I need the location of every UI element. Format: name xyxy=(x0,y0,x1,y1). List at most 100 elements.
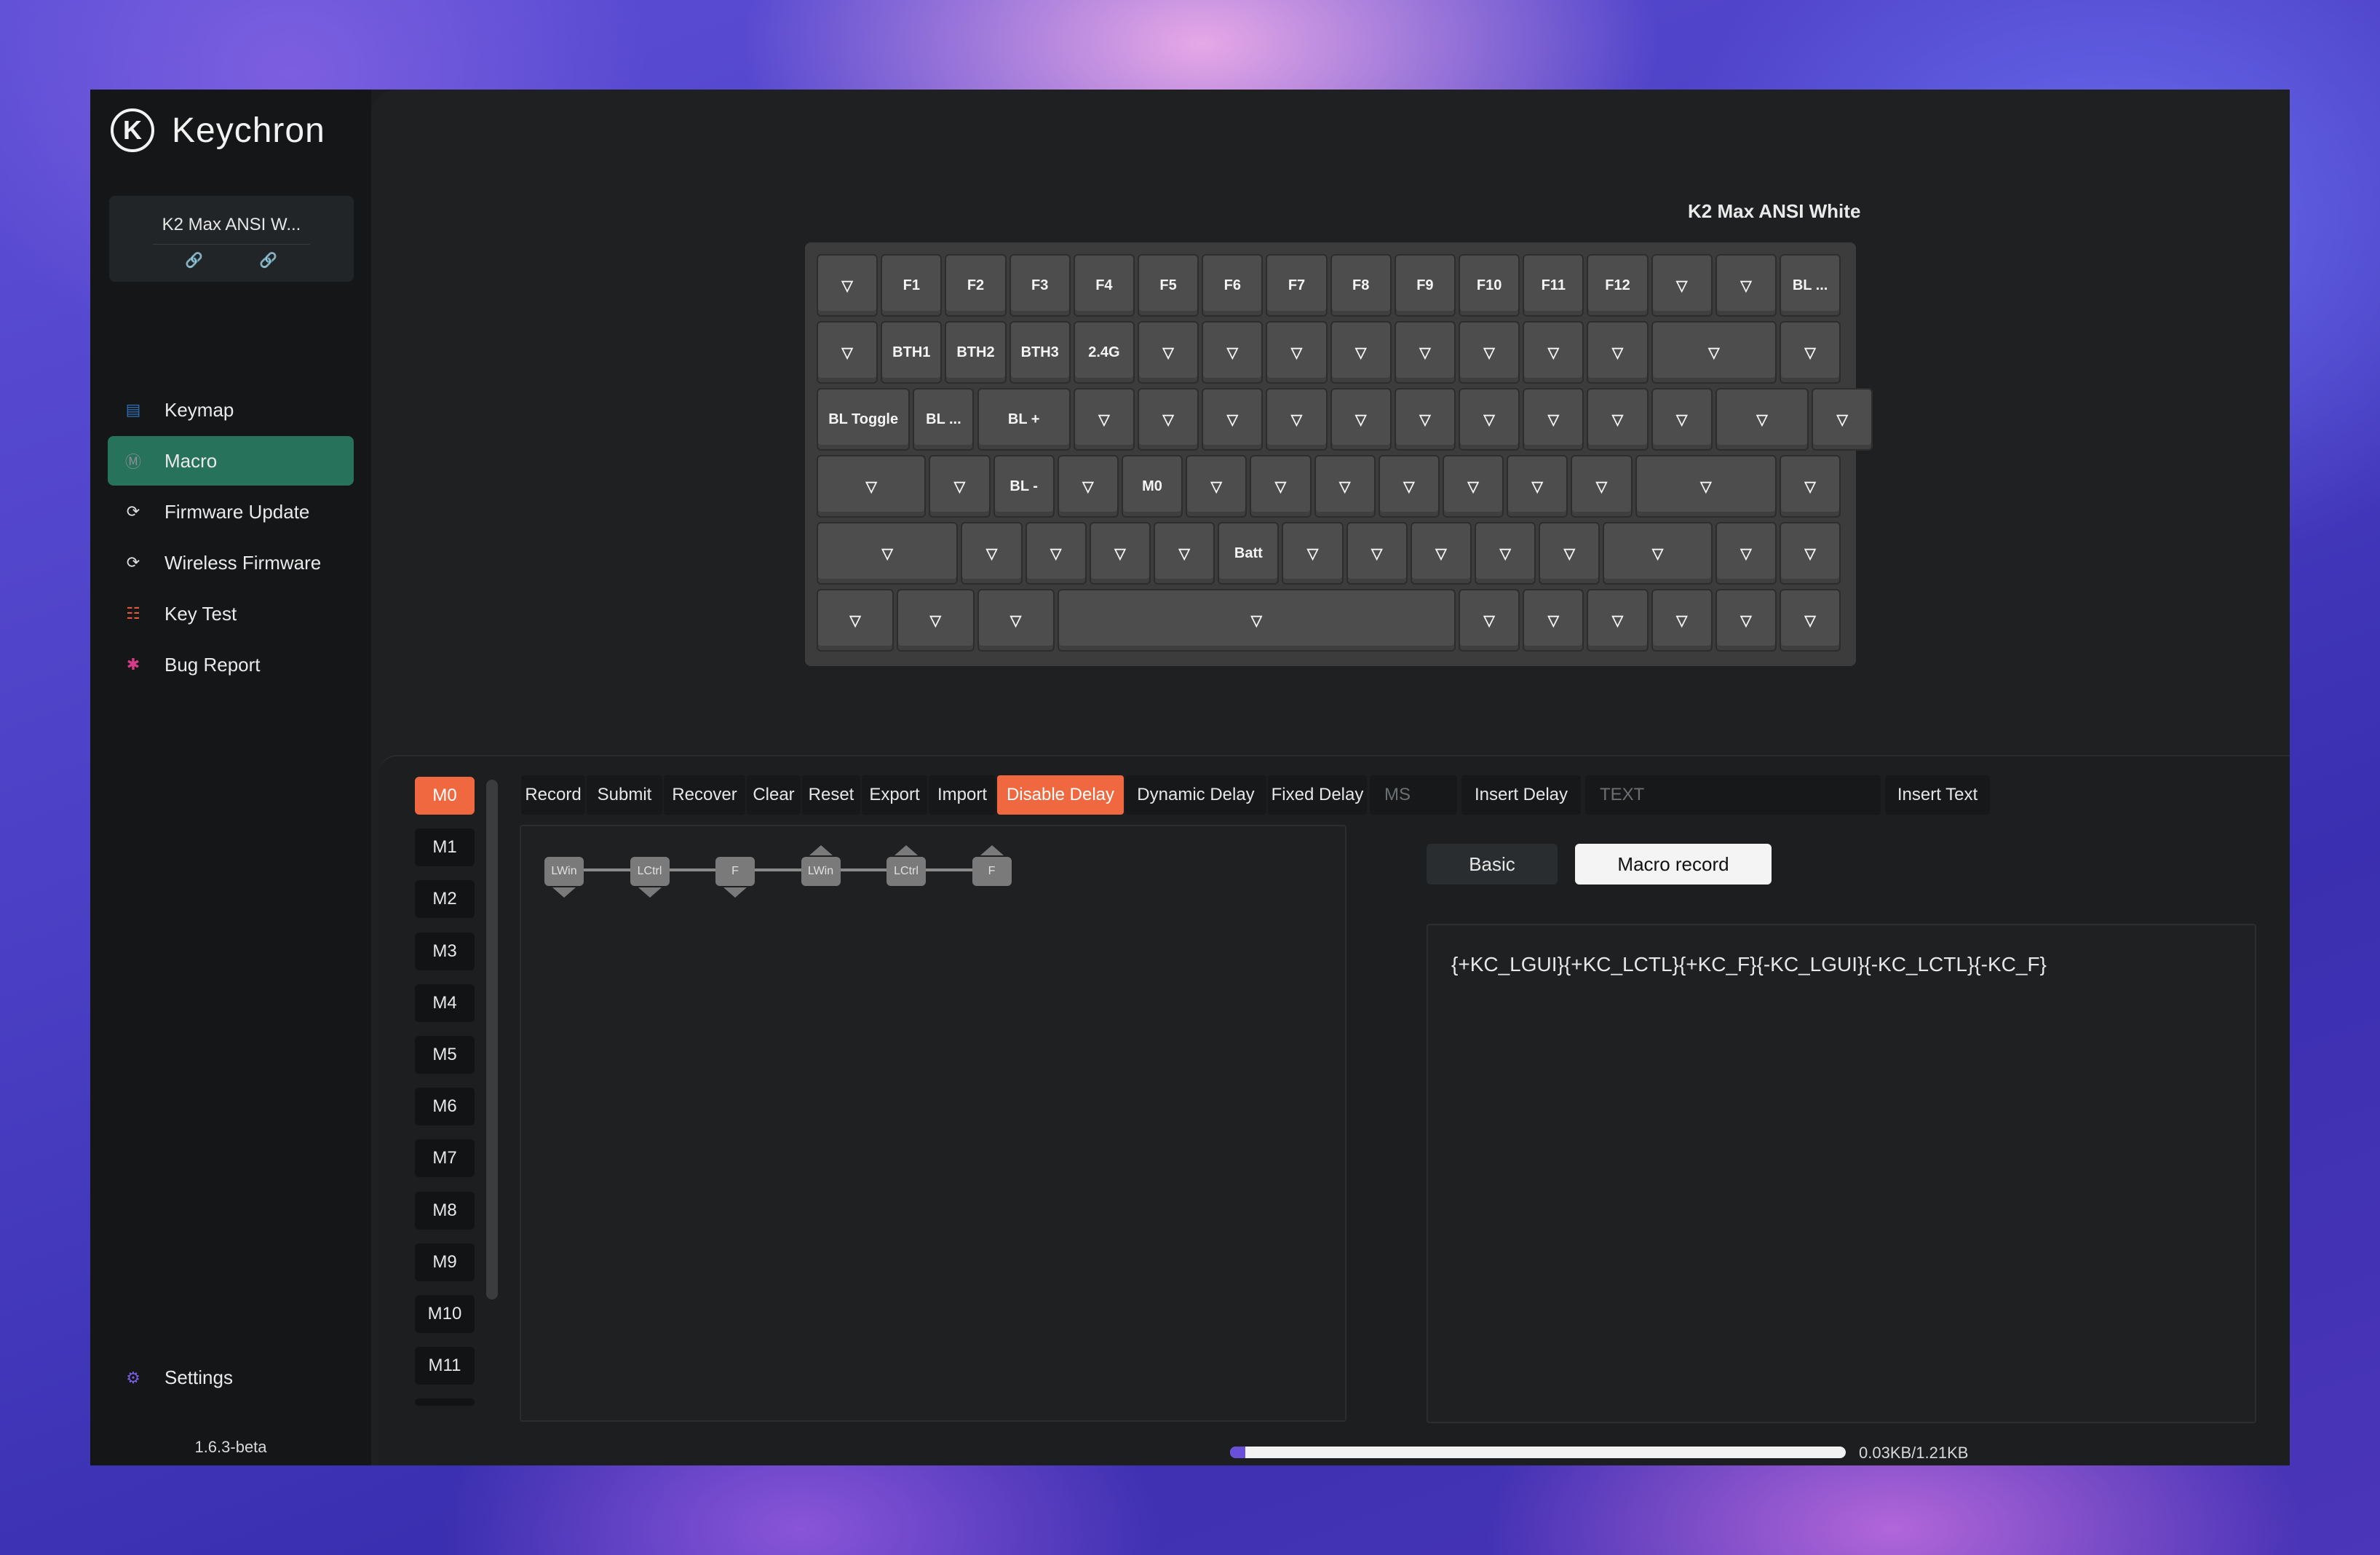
key[interactable]: 2.4G xyxy=(1073,321,1135,384)
key[interactable]: ▽ xyxy=(1459,321,1520,384)
key[interactable]: ▽ xyxy=(1780,522,1841,585)
sidebar-item-macro[interactable]: Ⓜ Macro xyxy=(108,436,354,486)
insert-delay-button[interactable]: Insert Delay xyxy=(1461,775,1581,815)
key[interactable]: BTH1 xyxy=(881,321,943,384)
recover-button[interactable]: Recover xyxy=(664,775,745,815)
key[interactable]: ▽ xyxy=(1250,455,1312,518)
insert-text-input[interactable]: TEXT xyxy=(1585,775,1881,815)
key[interactable]: ▽ xyxy=(1715,254,1777,317)
key[interactable]: BL ... xyxy=(1780,254,1841,317)
key[interactable]: ▽ xyxy=(1587,388,1649,451)
key[interactable]: F10 xyxy=(1459,254,1520,317)
submit-button[interactable]: Submit xyxy=(587,775,662,815)
macro-slot-m11[interactable]: M11 xyxy=(415,1347,475,1385)
key[interactable]: ▽ xyxy=(1539,522,1600,585)
key[interactable]: F2 xyxy=(945,254,1007,317)
key[interactable]: ▽ xyxy=(1266,321,1328,384)
key[interactable]: ▽ xyxy=(1089,522,1151,585)
key[interactable]: ▽ xyxy=(1780,455,1841,518)
link-icon[interactable]: 🔗 xyxy=(185,251,203,269)
key[interactable]: F7 xyxy=(1266,254,1328,317)
key[interactable]: ▽ xyxy=(977,589,1055,652)
key[interactable]: ▽ xyxy=(1651,589,1713,652)
fixed-delay-button[interactable]: Fixed Delay xyxy=(1268,775,1367,815)
sidebar-item-wireless-firmware[interactable]: ⟳ Wireless Firmware xyxy=(108,538,354,587)
key[interactable]: ▽ xyxy=(961,522,1023,585)
disable-delay-button[interactable]: Disable Delay xyxy=(997,775,1124,815)
key[interactable]: ▽ xyxy=(1587,321,1649,384)
key[interactable]: ▽ xyxy=(1330,321,1392,384)
sidebar-item-key-test[interactable]: ☷ Key Test xyxy=(108,589,354,638)
key[interactable]: ▽ xyxy=(1138,388,1199,451)
key[interactable]: ▽ xyxy=(817,455,927,518)
key[interactable]: ▽ xyxy=(1057,455,1119,518)
macro-slot-m0[interactable]: M0 xyxy=(415,777,475,815)
macro-slot-m12[interactable]: M12 xyxy=(415,1398,475,1406)
key[interactable]: F3 xyxy=(1009,254,1071,317)
key[interactable]: F5 xyxy=(1138,254,1199,317)
key[interactable]: ▽ xyxy=(1394,321,1456,384)
key[interactable]: ▽ xyxy=(1073,388,1135,451)
tab-basic[interactable]: Basic xyxy=(1427,844,1558,885)
import-button[interactable]: Import xyxy=(929,775,996,815)
link-icon[interactable]: 🔗 xyxy=(259,251,277,269)
key[interactable]: ▽ xyxy=(1459,589,1520,652)
key[interactable]: BTH2 xyxy=(945,321,1007,384)
insert-text-button[interactable]: Insert Text xyxy=(1885,775,1990,815)
key[interactable]: ▽ xyxy=(1057,589,1456,652)
key[interactable]: BL + xyxy=(977,388,1071,451)
macro-slot-m7[interactable]: M7 xyxy=(415,1139,475,1178)
key[interactable]: ▽ xyxy=(1459,388,1520,451)
key[interactable]: ▽ xyxy=(817,321,878,384)
macro-slot-m6[interactable]: M6 xyxy=(415,1088,475,1126)
macro-list-scrollbar[interactable] xyxy=(486,780,498,1299)
delay-ms-input[interactable]: MS xyxy=(1370,775,1457,815)
key[interactable]: F12 xyxy=(1587,254,1649,317)
key[interactable]: BTH3 xyxy=(1009,321,1071,384)
export-button[interactable]: Export xyxy=(862,775,927,815)
macro-sequence-canvas[interactable]: LWin LCtrl F LWin LCtrl F xyxy=(520,825,1346,1422)
key[interactable]: ▽ xyxy=(1715,589,1777,652)
key[interactable]: ▽ xyxy=(1523,321,1584,384)
sequence-node[interactable]: LWin xyxy=(544,857,584,886)
sequence-node[interactable]: F xyxy=(972,857,1012,886)
key[interactable]: ▽ xyxy=(1025,522,1087,585)
key[interactable]: ▽ xyxy=(1282,522,1344,585)
key[interactable]: F9 xyxy=(1394,254,1456,317)
key[interactable]: ▽ xyxy=(1346,522,1408,585)
key[interactable]: ▽ xyxy=(1394,388,1456,451)
macro-slot-m9[interactable]: M9 xyxy=(415,1243,475,1281)
macro-slot-m10[interactable]: M10 xyxy=(415,1295,475,1333)
key[interactable]: ▽ xyxy=(1507,455,1568,518)
tab-macro-record[interactable]: Macro record xyxy=(1575,844,1772,885)
macro-slot-m2[interactable]: M2 xyxy=(415,880,475,919)
key[interactable]: ▽ xyxy=(1523,388,1584,451)
macro-slot-m4[interactable]: M4 xyxy=(415,984,475,1022)
sequence-node[interactable]: F xyxy=(715,857,755,886)
key[interactable]: ▽ xyxy=(1378,455,1440,518)
key[interactable]: ▽ xyxy=(1410,522,1472,585)
key[interactable]: ▽ xyxy=(1138,321,1199,384)
macro-slot-m3[interactable]: M3 xyxy=(415,932,475,970)
key[interactable]: ▽ xyxy=(1651,254,1713,317)
key[interactable]: ▽ xyxy=(1587,589,1649,652)
key[interactable]: ▽ xyxy=(1475,522,1536,585)
key[interactable]: ▽ xyxy=(1266,388,1328,451)
device-card[interactable]: K2 Max ANSI W... 🔗 🔗 xyxy=(109,196,354,282)
key[interactable]: ▽ xyxy=(1202,388,1264,451)
key[interactable]: ▽ xyxy=(1780,321,1841,384)
key[interactable]: ▽ xyxy=(1651,388,1713,451)
key[interactable]: ▽ xyxy=(897,589,975,652)
key[interactable]: ▽ xyxy=(1780,589,1841,652)
key[interactable]: BL ... xyxy=(913,388,975,451)
key[interactable]: ▽ xyxy=(1186,455,1247,518)
key[interactable]: ▽ xyxy=(1314,455,1376,518)
record-button[interactable]: Record xyxy=(521,775,585,815)
key[interactable]: M0 xyxy=(1121,455,1183,518)
sidebar-item-settings[interactable]: ⚙ Settings xyxy=(108,1366,233,1389)
key[interactable]: F6 xyxy=(1202,254,1264,317)
key[interactable]: ▽ xyxy=(817,522,959,585)
key[interactable]: ▽ xyxy=(1442,455,1504,518)
key[interactable]: F11 xyxy=(1523,254,1584,317)
macro-text-editor[interactable]: {+KC_LGUI}{+KC_LCTL}{+KC_F}{-KC_LGUI}{-K… xyxy=(1427,924,2256,1423)
